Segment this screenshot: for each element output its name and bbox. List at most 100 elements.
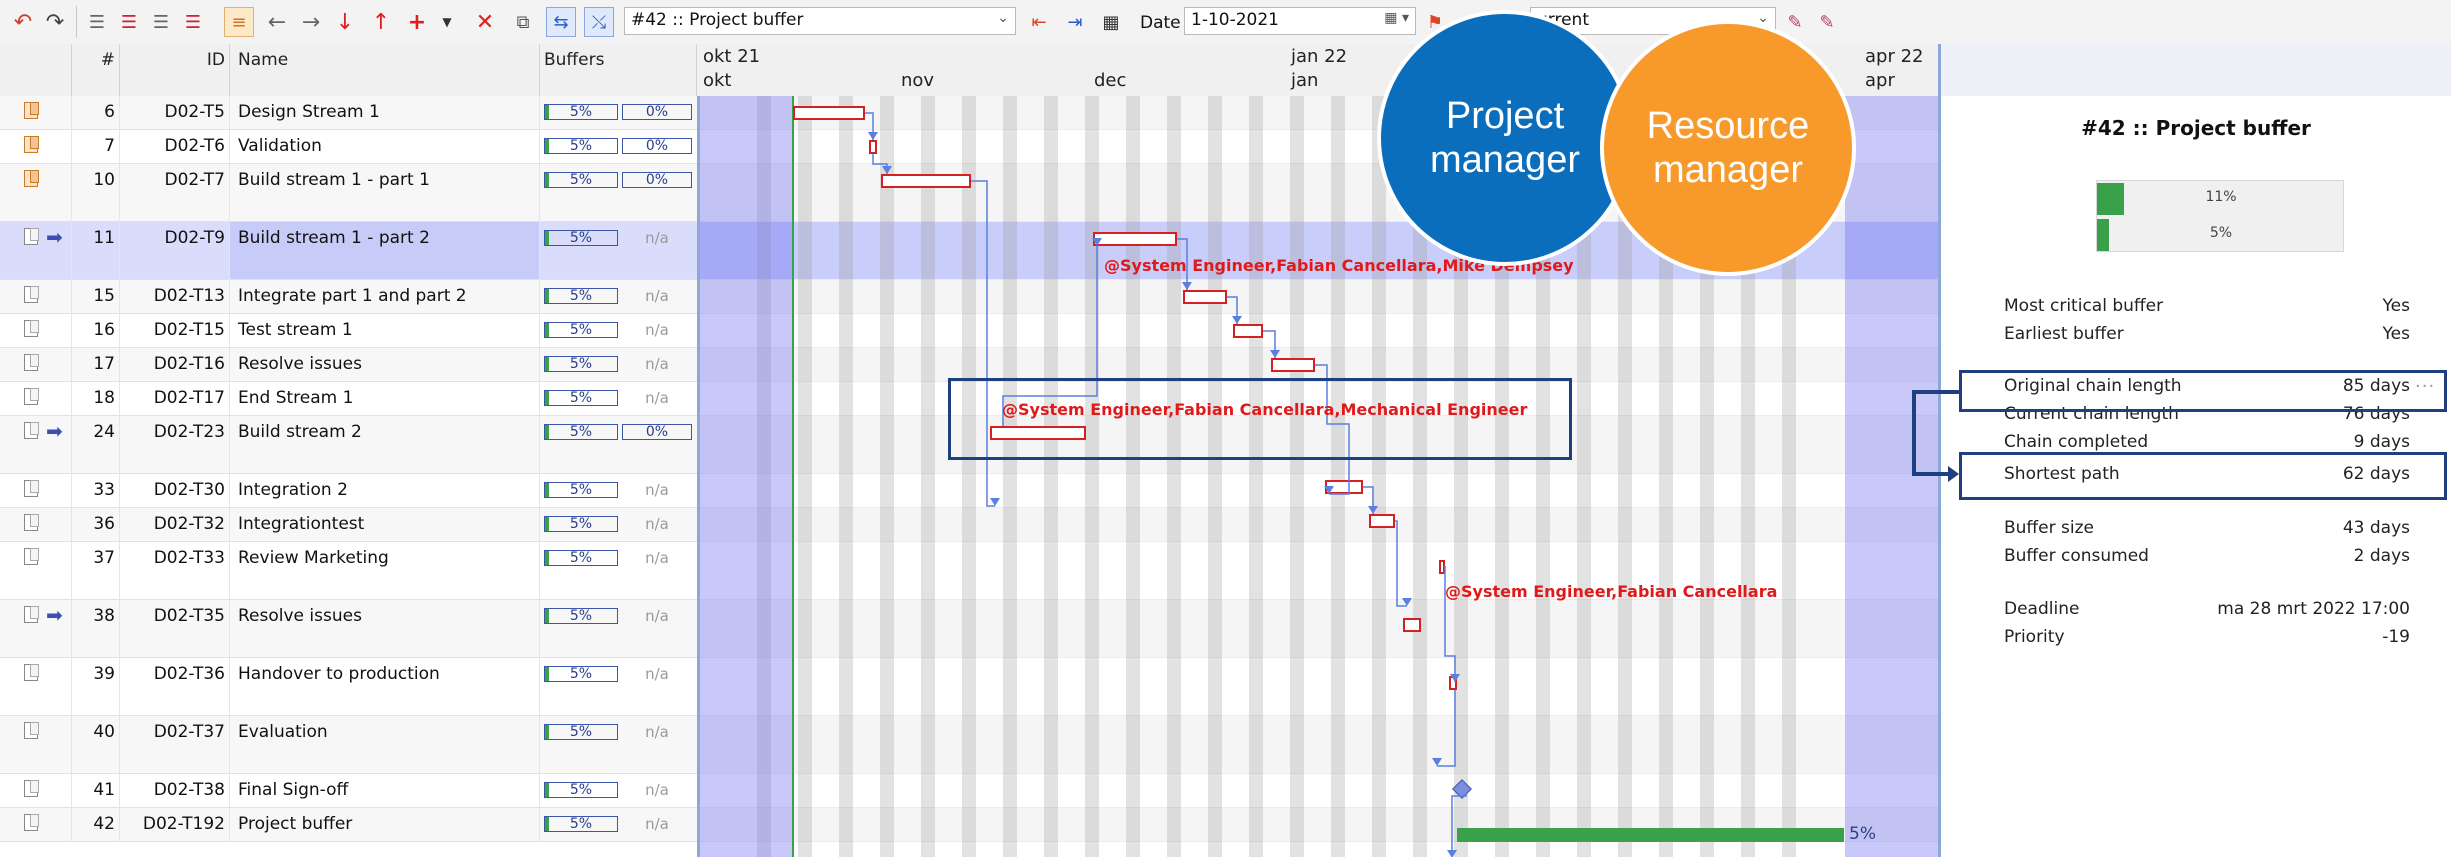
undo-icon[interactable]: ↶ — [8, 7, 38, 37]
row-name[interactable]: End Stream 1 — [230, 382, 540, 415]
task-icon[interactable] — [24, 722, 39, 739]
redo-icon[interactable]: ↷ — [40, 7, 70, 37]
task-icon[interactable] — [24, 422, 39, 439]
table-row[interactable]: 42 D02-T192 Project buffer 5% n/a — [0, 808, 697, 842]
table-row[interactable]: 17 D02-T16 Resolve issues 5% n/a — [0, 348, 697, 382]
table-row[interactable]: ➡ 24 D02-T23 Build stream 2 5% 0% — [0, 416, 697, 474]
row-num: 38 — [72, 600, 120, 657]
arrow-right-icon[interactable]: ➡ — [46, 605, 63, 625]
task-icon[interactable] — [24, 286, 39, 303]
table-row[interactable]: 10 D02-T7 Build stream 1 - part 1 5% 0% — [0, 164, 697, 222]
row-name[interactable]: Validation — [230, 130, 540, 163]
row-name[interactable]: Integrate part 1 and part 2 — [230, 280, 540, 313]
tag-remove-icon[interactable]: ✎ — [1812, 7, 1842, 37]
chain-left-icon[interactable]: ⇤ — [1024, 7, 1054, 37]
buffers-column-header[interactable]: Buffers — [540, 44, 697, 96]
panel-field-label: Most critical buffer — [2004, 296, 2164, 316]
task-icon[interactable] — [24, 102, 39, 119]
task-icon[interactable] — [24, 780, 39, 797]
table-row[interactable]: 41 D02-T38 Final Sign-off 5% n/a — [0, 774, 697, 808]
row-name[interactable]: Test stream 1 — [230, 314, 540, 347]
row-name[interactable]: Design Stream 1 — [230, 96, 540, 129]
row-name[interactable]: Build stream 2 — [230, 416, 540, 473]
task-icon[interactable] — [24, 664, 39, 681]
row-num: 18 — [72, 382, 120, 415]
table-row[interactable]: 7 D02-T6 Validation 5% 0% — [0, 130, 697, 164]
table-row[interactable]: 18 D02-T17 End Stream 1 5% n/a — [0, 382, 697, 416]
num-column-header[interactable]: # — [72, 44, 120, 96]
link-tasks-icon[interactable]: ⧉ — [508, 7, 538, 37]
filter-chain-icon[interactable]: ⤯ — [584, 7, 614, 37]
buffer-consumed-badge: 0% — [622, 424, 692, 440]
dependency-arrowhead — [868, 132, 878, 140]
buffer-na: n/a — [645, 815, 669, 833]
panel-field: Priority -19 — [2004, 627, 2410, 647]
arrow-left-icon[interactable]: ← — [262, 7, 292, 37]
table-row[interactable]: 36 D02-T32 Integrationtest 5% n/a — [0, 508, 697, 542]
row-name[interactable]: Evaluation — [230, 716, 540, 773]
expand-icon[interactable]: ☰ — [178, 7, 208, 37]
table-row[interactable]: 16 D02-T15 Test stream 1 5% n/a — [0, 314, 697, 348]
indent-icon[interactable]: ☰ — [82, 7, 112, 37]
table-row[interactable]: 37 D02-T33 Review Marketing 5% n/a — [0, 542, 697, 600]
task-icon[interactable] — [24, 606, 39, 623]
row-name[interactable]: Build stream 1 - part 1 — [230, 164, 540, 221]
arrow-down-icon[interactable]: ↓ — [330, 7, 360, 37]
align-icon[interactable]: ≡ — [224, 7, 254, 37]
chain-right-icon[interactable]: ⇥ — [1060, 7, 1090, 37]
arrow-up-icon[interactable]: ↑ — [366, 7, 396, 37]
name-column-header[interactable]: Name — [230, 44, 540, 96]
arrow-right-icon[interactable]: → — [296, 7, 326, 37]
task-icon[interactable] — [24, 548, 39, 565]
buffer-chain-icon[interactable]: ⇆ — [546, 7, 576, 37]
add-icon[interactable]: + — [402, 7, 432, 37]
chevron-down-icon[interactable]: ▼ — [432, 7, 462, 37]
task-icon[interactable] — [24, 354, 39, 371]
date-field[interactable]: 1-10-2021 ▦ ▾ — [1184, 7, 1416, 35]
arrow-right-icon[interactable]: ➡ — [46, 227, 63, 247]
row-name[interactable]: Resolve issues — [230, 600, 540, 657]
row-num: 36 — [72, 508, 120, 541]
row-name[interactable]: Final Sign-off — [230, 774, 540, 807]
task-icon[interactable] — [24, 228, 39, 245]
table-row[interactable]: ➡ 11 D02-T9 Build stream 1 - part 2 5% n… — [0, 222, 697, 280]
collapse-icon[interactable]: ☰ — [146, 7, 176, 37]
table-row[interactable]: 39 D02-T36 Handover to production 5% n/a — [0, 658, 697, 716]
dependency-arrowhead — [1447, 850, 1457, 857]
table-row[interactable]: 33 D02-T30 Integration 2 5% n/a — [0, 474, 697, 508]
task-icon[interactable] — [24, 480, 39, 497]
row-name[interactable]: Review Marketing — [230, 542, 540, 599]
timeline-top-month: jan 22 — [1291, 46, 1348, 67]
table-row[interactable]: 6 D02-T5 Design Stream 1 5% 0% — [0, 96, 697, 130]
table-row[interactable]: ➡ 38 D02-T35 Resolve issues 5% n/a — [0, 600, 697, 658]
task-icon[interactable] — [24, 136, 39, 153]
table-row[interactable]: 40 D02-T37 Evaluation 5% n/a — [0, 716, 697, 774]
table-row[interactable]: 15 D02-T13 Integrate part 1 and part 2 5… — [0, 280, 697, 314]
row-name[interactable]: Integrationtest — [230, 508, 540, 541]
id-column-header[interactable]: ID — [120, 44, 230, 96]
arrow-right-icon[interactable]: ➡ — [46, 421, 63, 441]
task-icon[interactable] — [24, 814, 39, 831]
row-id: D02-T16 — [120, 348, 230, 381]
row-num: 16 — [72, 314, 120, 347]
connector-line — [1912, 390, 1961, 394]
task-icon[interactable] — [24, 320, 39, 337]
row-name[interactable]: Handover to production — [230, 658, 540, 715]
buffer-select[interactable]: #42 :: Project buffer ⌄ — [624, 7, 1016, 35]
dependency-arrowhead — [882, 166, 892, 174]
outdent-icon[interactable]: ☰ — [114, 7, 144, 37]
row-id: D02-T33 — [120, 542, 230, 599]
task-icon[interactable] — [24, 170, 39, 187]
row-id: D02-T17 — [120, 382, 230, 415]
task-icon[interactable] — [24, 514, 39, 531]
row-num: 42 — [72, 808, 120, 841]
calendar-grid-icon[interactable]: ▦ — [1096, 7, 1126, 37]
row-name[interactable]: Build stream 1 - part 2 — [230, 222, 540, 279]
delete-icon[interactable]: ✕ — [470, 7, 500, 37]
original-chain-highlight — [1959, 370, 2447, 412]
project-buffer-bar[interactable] — [1457, 828, 1844, 842]
row-name[interactable]: Integration 2 — [230, 474, 540, 507]
task-icon[interactable] — [24, 388, 39, 405]
row-name[interactable]: Project buffer — [230, 808, 540, 841]
row-name[interactable]: Resolve issues — [230, 348, 540, 381]
